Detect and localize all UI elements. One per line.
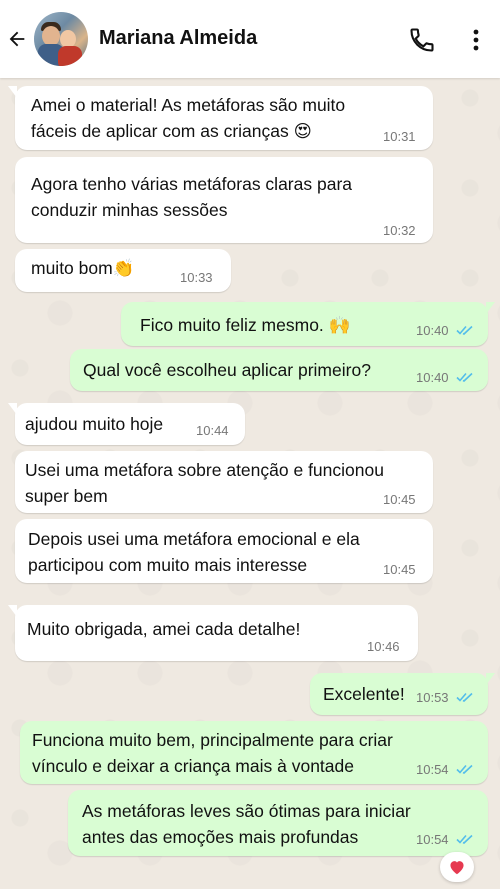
message-time: 10:40: [416, 371, 474, 386]
message-text: antes das emoções mais profundas: [82, 827, 359, 847]
message-time-value: 10:54: [416, 762, 449, 777]
avatar[interactable]: [34, 12, 88, 66]
message-text: Agora tenho várias metáforas claras para: [31, 174, 352, 194]
message-time: 10:54: [416, 763, 474, 778]
message-text: As metáforas leves são ótimas para inici…: [82, 801, 411, 821]
double-check-icon: [456, 371, 474, 386]
heart-icon: [450, 861, 464, 875]
double-check-icon: [456, 763, 474, 778]
back-arrow-icon[interactable]: [4, 24, 30, 54]
message-time: 10:40: [416, 324, 474, 339]
message-text: Depois usei uma metáfora emocional e ela: [28, 529, 360, 549]
message-bubble-outgoing[interactable]: Fico muito feliz mesmo. 🙌 10:40: [121, 302, 495, 346]
message-bubble-incoming[interactable]: ajudou muito hoje 10:44: [8, 403, 245, 445]
message-bubble-incoming[interactable]: Muito obrigada, amei cada detalhe! 10:46: [8, 605, 418, 661]
more-vertical-icon[interactable]: [466, 26, 486, 54]
heart-reaction[interactable]: [440, 852, 474, 882]
message-text: Excelente!: [323, 684, 405, 704]
double-check-icon: [456, 691, 474, 706]
message-time-value: 10:54: [416, 832, 449, 847]
message-time: 10:44: [196, 423, 229, 438]
message-text: Usei uma metáfora sobre atenção e funcio…: [25, 460, 384, 480]
message-bubble-outgoing[interactable]: As metáforas leves são ótimas para inici…: [68, 790, 488, 856]
message-time: 10:32: [383, 223, 416, 238]
message-time-value: 10:40: [416, 370, 449, 385]
message-time: 10:45: [383, 492, 416, 507]
message-bubble-incoming[interactable]: Usei uma metáfora sobre atenção e funcio…: [15, 451, 433, 513]
message-bubble-incoming[interactable]: Amei o material! As metáforas são muito …: [8, 86, 433, 150]
message-text: conduzir minhas sessões: [31, 200, 228, 220]
phone-icon[interactable]: [408, 26, 436, 54]
message-time: 10:33: [180, 270, 213, 285]
message-time-value: 10:40: [416, 323, 449, 338]
double-check-icon: [456, 324, 474, 339]
message-time: 10:31: [383, 129, 416, 144]
message-text: fáceis de aplicar com as crianças 😍: [31, 121, 312, 141]
message-time: 10:53: [416, 691, 474, 706]
chat-header: Mariana Almeida: [0, 0, 500, 78]
double-check-icon: [456, 833, 474, 848]
message-text: super bem: [25, 486, 108, 506]
message-time: 10:46: [367, 639, 400, 654]
message-text: participou com muito mais interesse: [28, 555, 308, 575]
message-bubble-outgoing[interactable]: Excelente! 10:53: [310, 673, 495, 715]
message-text: Qual você escolheu aplicar primeiro?: [83, 360, 371, 380]
message-bubble-incoming[interactable]: Agora tenho várias metáforas claras para…: [15, 157, 433, 243]
message-text: muito bom👏: [31, 258, 135, 278]
message-text: Amei o material! As metáforas são muito: [31, 95, 346, 115]
message-bubble-outgoing[interactable]: Qual você escolheu aplicar primeiro? 10:…: [70, 349, 488, 391]
contact-name[interactable]: Mariana Almeida: [99, 27, 257, 50]
message-bubble-incoming[interactable]: Depois usei uma metáfora emocional e ela…: [15, 519, 433, 583]
message-text: Funciona muito bem, principalmente para …: [32, 730, 393, 750]
message-text: ajudou muito hoje: [25, 414, 164, 434]
message-time: 10:45: [383, 562, 416, 577]
message-bubble-outgoing[interactable]: Funciona muito bem, principalmente para …: [20, 721, 488, 784]
message-time: 10:54: [416, 833, 474, 848]
message-text: Muito obrigada, amei cada detalhe!: [27, 619, 301, 639]
message-bubble-incoming[interactable]: muito bom👏 10:33: [15, 249, 231, 292]
message-text: vínculo e deixar a criança mais à vontad…: [32, 756, 354, 776]
message-text: Fico muito feliz mesmo. 🙌: [140, 315, 351, 335]
message-time-value: 10:53: [416, 690, 449, 705]
